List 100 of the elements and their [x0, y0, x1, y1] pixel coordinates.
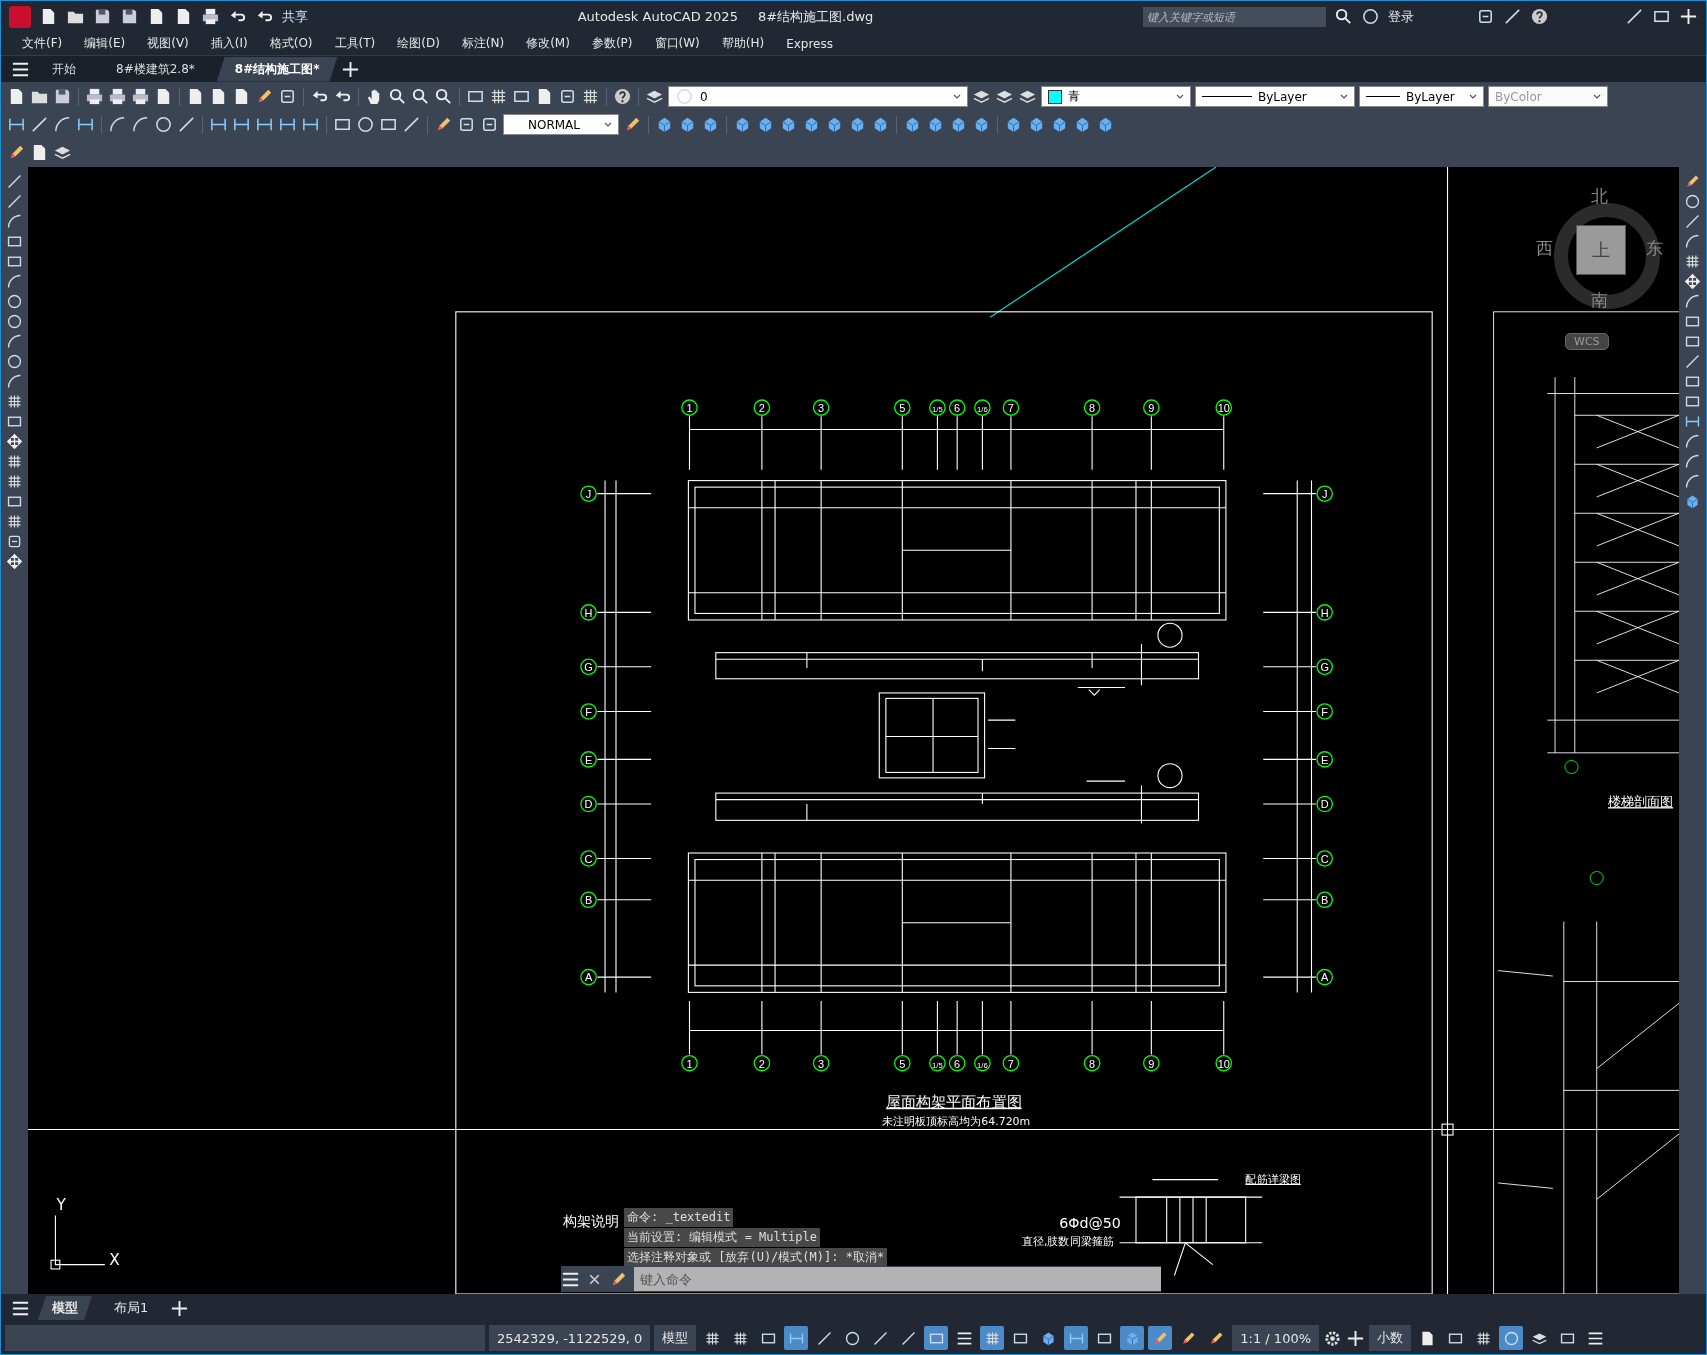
search-field[interactable]: 键入关键字或短语 — [1143, 6, 1326, 27]
menu-item[interactable]: 窗口(W) — [643, 33, 711, 54]
share-button[interactable]: 共享 — [282, 7, 308, 26]
save-icon[interactable] — [53, 87, 72, 106]
menu-item[interactable]: 视图(V) — [136, 33, 200, 54]
design-center-icon[interactable] — [489, 87, 508, 106]
settings-icon[interactable] — [1323, 1328, 1343, 1348]
draw-arc-icon[interactable] — [6, 333, 23, 350]
draw-grid-icon[interactable] — [6, 513, 23, 530]
draw-line-icon[interactable] — [6, 173, 23, 190]
print-preview-icon[interactable] — [108, 87, 127, 106]
diameter-icon[interactable] — [154, 115, 173, 134]
draw-arc-icon[interactable] — [6, 273, 23, 290]
layer-dropdown[interactable]: 0 — [668, 86, 968, 107]
draw-line-icon[interactable] — [6, 193, 23, 210]
angular-icon[interactable] — [177, 115, 196, 134]
layout-tab[interactable]: 模型 — [38, 1296, 92, 1320]
menu-item[interactable]: 绘图(D) — [386, 33, 451, 54]
calculator-icon[interactable] — [581, 87, 600, 106]
draw-move-icon[interactable] — [6, 553, 23, 570]
save-as-icon[interactable] — [120, 7, 139, 26]
draw-circle-icon[interactable] — [6, 313, 23, 330]
model-space-button[interactable]: 模型 — [654, 1325, 697, 1351]
dropdown-caret-icon[interactable] — [1340, 92, 1348, 101]
draw-grid-icon[interactable] — [6, 393, 23, 410]
dimension-style-dropdown[interactable]: NORMAL — [503, 114, 619, 135]
arc-length-icon[interactable] — [53, 115, 72, 134]
modify-arc-icon[interactable] — [1684, 453, 1701, 470]
new-tab-icon[interactable] — [341, 59, 361, 79]
help-icon[interactable] — [613, 87, 632, 106]
modify-line-icon[interactable] — [1684, 353, 1701, 370]
menu-item[interactable]: 标注(N) — [450, 33, 516, 54]
draw-arc-icon[interactable] — [6, 373, 23, 390]
radius-icon[interactable] — [108, 115, 127, 134]
zoom-previous-icon[interactable] — [434, 87, 453, 106]
layout-tab[interactable]: 布局1 — [100, 1296, 163, 1320]
dropdown-caret-icon[interactable] — [953, 92, 961, 101]
save-icon[interactable] — [93, 7, 112, 26]
command-input[interactable]: 键入命令 — [634, 1267, 1161, 1291]
modify-line-icon[interactable] — [1684, 213, 1701, 230]
jog-line-icon[interactable] — [402, 115, 421, 134]
viewcube-face[interactable]: 上 — [1576, 225, 1626, 275]
annotation-scale-dropdown[interactable]: 1:1 / 100% — [1232, 1325, 1320, 1351]
menu-item[interactable]: 修改(M) — [515, 33, 581, 54]
draw-arc-icon[interactable] — [6, 213, 23, 230]
menu-item[interactable]: Express — [775, 34, 844, 53]
menu-item[interactable]: 参数(P) — [580, 33, 644, 54]
dropdown-caret-icon[interactable] — [604, 120, 612, 129]
modify-cube-icon[interactable] — [1684, 493, 1701, 510]
modify-arc-icon[interactable] — [1684, 293, 1701, 310]
document-tab[interactable]: 8#结构施工图* — [216, 56, 338, 82]
menu-item[interactable]: 帮助(H) — [710, 33, 776, 54]
modify-grid-icon[interactable] — [1684, 253, 1701, 270]
compass-west[interactable]: 西 — [1536, 237, 1553, 260]
compass-north[interactable]: 北 — [1591, 185, 1608, 208]
document-tab[interactable]: 开始 — [34, 56, 94, 82]
units-dropdown[interactable]: 小数 — [1369, 1325, 1412, 1351]
color-dropdown[interactable]: 青 — [1041, 86, 1191, 107]
menu-item[interactable]: 插入(I) — [199, 33, 259, 54]
center-mark-icon[interactable] — [356, 115, 375, 134]
modify-arc-icon[interactable] — [1684, 433, 1701, 450]
drawing-canvas[interactable] — [28, 167, 1679, 1294]
draw-circle-icon[interactable] — [6, 293, 23, 310]
plus-icon[interactable] — [1346, 1328, 1366, 1348]
modify-move-icon[interactable] — [1684, 273, 1701, 290]
modify-arc-icon[interactable] — [1684, 473, 1701, 490]
zoom-window-icon[interactable] — [411, 87, 430, 106]
document-tab[interactable]: 8#楼建筑2.8* — [98, 56, 213, 82]
print-icon[interactable] — [201, 7, 220, 26]
draw-grid-icon[interactable] — [6, 473, 23, 490]
new-layout-icon[interactable] — [170, 1298, 190, 1318]
help-icon[interactable] — [1530, 7, 1549, 26]
dropdown-caret-icon[interactable] — [1176, 92, 1184, 101]
modify-pencil-icon[interactable] — [1684, 173, 1701, 190]
jogged-icon[interactable] — [131, 115, 150, 134]
app-logo-icon[interactable] — [9, 5, 31, 28]
draw-circle-icon[interactable] — [6, 353, 23, 370]
search-icon[interactable] — [1334, 7, 1353, 26]
sign-in-button[interactable]: 登录 — [1388, 7, 1468, 26]
modify-dim-icon[interactable] — [1684, 413, 1701, 430]
menu-item[interactable]: 工具(T) — [323, 33, 387, 54]
aligned-dimension-icon[interactable] — [30, 115, 49, 134]
modify-arc-icon[interactable] — [1684, 233, 1701, 250]
draw-tool-icon[interactable] — [6, 533, 23, 550]
print-icon[interactable] — [85, 87, 104, 106]
lineweight-dropdown[interactable]: ByLayer — [1359, 86, 1484, 107]
wcs-menu[interactable]: WCS — [1565, 333, 1609, 350]
minimize-icon[interactable] — [1625, 7, 1644, 26]
menu-item[interactable]: 编辑(E) — [73, 33, 137, 54]
user-icon[interactable] — [1361, 7, 1380, 26]
compass-east[interactable]: 东 — [1646, 237, 1663, 260]
linetype-dropdown[interactable]: ByLayer — [1195, 86, 1355, 107]
menu-item[interactable]: 格式(O) — [258, 33, 324, 54]
modify-circle-icon[interactable] — [1684, 193, 1701, 210]
menu-item[interactable]: 文件(F) — [11, 33, 74, 54]
zoom-icon[interactable] — [388, 87, 407, 106]
compass-south[interactable]: 南 — [1591, 289, 1608, 312]
dropdown-caret-icon[interactable] — [1469, 92, 1477, 101]
plot-icon[interactable] — [131, 87, 150, 106]
draw-grid-icon[interactable] — [6, 453, 23, 470]
